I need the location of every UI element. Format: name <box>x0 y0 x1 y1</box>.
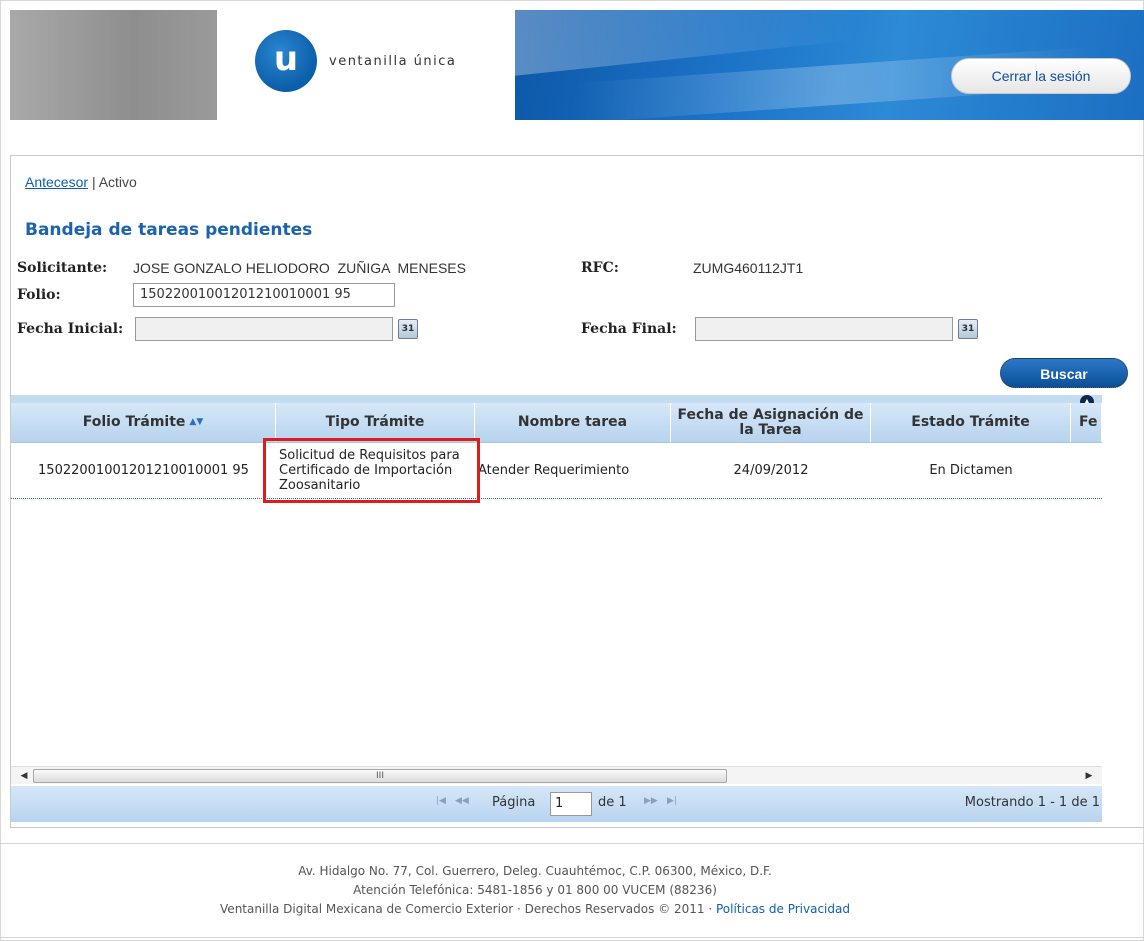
sort-icon[interactable]: ▲▼ <box>189 415 203 430</box>
column-header-fecha[interactable]: Fecha de Asignación de la Tarea <box>671 403 871 442</box>
cell-fecha: 24/09/2012 <box>733 463 809 478</box>
table-row[interactable]: 15022001001201210010001 95 Solicitud de … <box>11 443 1102 499</box>
page-label: Página <box>492 795 536 810</box>
search-button[interactable]: Buscar <box>1000 358 1128 388</box>
rfc-label: RFC: <box>581 260 619 276</box>
horizontal-scrollbar[interactable]: ◀ III ▶ <box>11 766 1102 784</box>
column-header-tipo[interactable]: Tipo Trámite <box>276 403 475 442</box>
fecha-final-label: Fecha Final: <box>581 321 677 337</box>
rfc-value: ZUMG460112JT1 <box>693 260 804 276</box>
cell-nombre: Atender Requerimiento <box>478 463 630 478</box>
logo-icon: u <box>255 30 317 92</box>
cell-estado: En Dictamen <box>929 463 1013 478</box>
logout-button[interactable]: Cerrar la sesión <box>951 58 1131 94</box>
footer-address: Av. Hidalgo No. 77, Col. Guerrero, Deleg… <box>298 864 772 878</box>
pager-status: Mostrando 1 - 1 de 1 <box>964 795 1100 810</box>
header-logo-panel: u ventanilla única <box>217 10 515 120</box>
breadcrumb-link-antecesor[interactable]: Antecesor <box>25 174 88 190</box>
main-panel: Antecesor | Activo Bandeja de tareas pen… <box>10 155 1144 828</box>
footer-phone: Atención Telefónica: 5481-1856 y 01 800 … <box>353 883 717 897</box>
folio-input[interactable]: 15022001001201210010001 95 <box>133 283 395 307</box>
column-header-estado[interactable]: Estado Trámite <box>871 403 1071 442</box>
prev-page-icon[interactable]: ◀◀ <box>455 796 469 806</box>
last-page-icon[interactable]: ▶| <box>667 796 677 806</box>
logo-text: ventanilla única <box>329 54 457 69</box>
scroll-left-icon[interactable]: ◀ <box>17 769 31 783</box>
column-header-nombre[interactable]: Nombre tarea <box>475 403 671 442</box>
column-header-label: Folio Trámite <box>82 414 186 430</box>
column-header-folio[interactable]: Folio Trámite ▲▼ <box>11 403 276 442</box>
grid-caption-bar <box>11 395 1102 403</box>
breadcrumb-current: Activo <box>98 174 137 190</box>
calendar-icon[interactable]: 31 <box>398 319 418 339</box>
solicitante-value: JOSE GONZALO HELIODORO ZUÑIGA MENESES <box>133 260 466 276</box>
first-page-icon[interactable]: |◀ <box>436 796 446 806</box>
privacy-link[interactable]: Políticas de Privacidad <box>716 902 850 916</box>
scroll-thumb[interactable]: III <box>33 769 727 783</box>
page-title: Bandeja de tareas pendientes <box>25 220 313 240</box>
scroll-right-icon[interactable]: ▶ <box>1082 769 1096 783</box>
breadcrumb: Antecesor | Activo <box>25 174 137 190</box>
grid-header: Folio Trámite ▲▼ Tipo Trámite Nombre tar… <box>11 403 1102 443</box>
fecha-inicial-label: Fecha Inicial: <box>17 321 124 337</box>
cell-folio: 15022001001201210010001 95 <box>38 463 249 478</box>
page-total: de 1 <box>598 795 627 810</box>
footer-copyright: Ventanilla Digital Mexicana de Comercio … <box>0 900 1070 919</box>
page-bottom-border <box>0 937 1144 938</box>
column-header-fe[interactable]: Fe <box>1071 403 1102 442</box>
footer-copyright-text: Ventanilla Digital Mexicana de Comercio … <box>220 902 713 916</box>
next-page-icon[interactable]: ▶▶ <box>644 796 658 806</box>
header-gray-panel <box>10 10 217 120</box>
cell-fe <box>1071 443 1102 498</box>
solicitante-label: Solicitante: <box>17 260 108 276</box>
pager-bar: |◀ ◀◀ Página 1 de 1 ▶▶ ▶| Mostrando 1 - … <box>11 786 1102 822</box>
breadcrumb-separator: | <box>91 174 96 190</box>
page-input[interactable]: 1 <box>550 792 592 816</box>
fecha-inicial-input[interactable] <box>135 317 393 341</box>
fecha-final-input[interactable] <box>695 317 953 341</box>
folio-label: Folio: <box>17 287 61 303</box>
footer-divider <box>0 843 1144 844</box>
site-footer: Av. Hidalgo No. 77, Col. Guerrero, Deleg… <box>0 862 1070 919</box>
highlight-box <box>263 438 480 503</box>
calendar-icon[interactable]: 31 <box>958 319 978 339</box>
